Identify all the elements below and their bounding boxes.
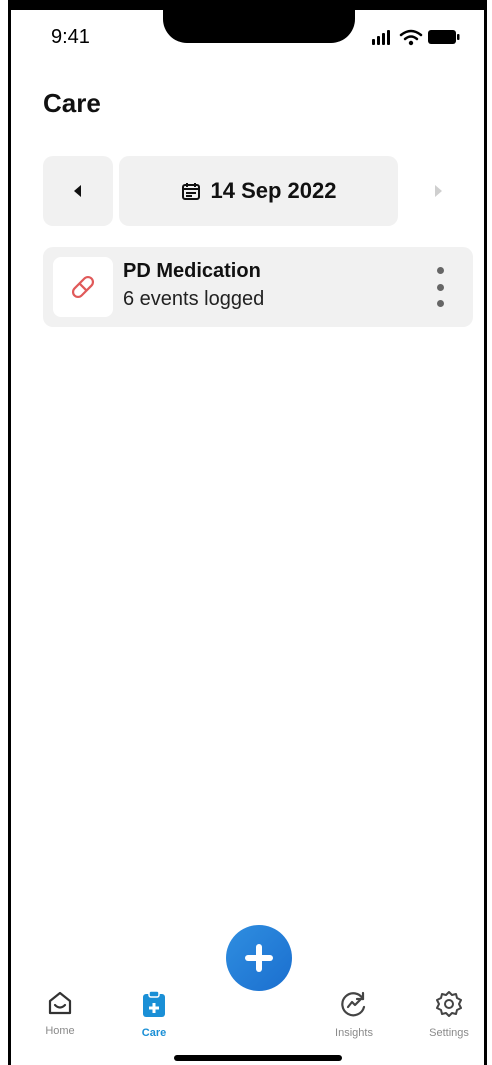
status-time: 9:41 (51, 26, 90, 48)
settings-gear-icon (436, 991, 462, 1017)
next-day-button[interactable] (408, 156, 468, 226)
signal-icon (372, 30, 390, 45)
tab-care[interactable]: Care (114, 990, 194, 1039)
previous-day-button[interactable] (43, 156, 113, 226)
care-clipboard-icon (143, 990, 165, 1017)
add-button[interactable] (226, 925, 292, 991)
chevron-left-icon (74, 185, 81, 197)
tab-insights-label: Insights (335, 1027, 373, 1039)
page-title: Care (43, 88, 101, 118)
tab-insights[interactable]: Insights (314, 990, 394, 1039)
notch (163, 0, 355, 43)
tab-settings[interactable]: Settings (409, 990, 489, 1039)
selected-date: 14 Sep 2022 (210, 178, 337, 203)
card-title: PD Medication (123, 260, 261, 282)
plus-icon (245, 944, 273, 972)
insights-icon (341, 991, 366, 1017)
signal-wifi-battery-icons (372, 29, 460, 46)
chevron-right-icon (435, 185, 442, 197)
home-indicator (174, 1055, 342, 1061)
device-frame-left (8, 0, 11, 1065)
battery-icon (428, 30, 460, 44)
device-frame-right (484, 0, 487, 1065)
tab-settings-label: Settings (429, 1027, 469, 1039)
card-subtitle: 6 events logged (123, 288, 265, 310)
tab-home-label: Home (45, 1025, 75, 1037)
tab-care-label: Care (141, 1027, 167, 1039)
medication-log-card[interactable]: PD Medication 6 events logged (43, 247, 473, 327)
calendar-icon (181, 183, 200, 200)
home-icon (48, 991, 72, 1015)
phone-screen: 9:41 Care 14 Sep 2022 PD Medication 6 ev… (0, 0, 492, 1065)
status-icons (370, 27, 465, 47)
tab-home[interactable]: Home (20, 990, 100, 1037)
tab-bar: Home Care Insights Settings (11, 990, 484, 1039)
more-options-icon[interactable] (429, 267, 451, 307)
card-icon-tile (53, 257, 113, 317)
date-picker-button[interactable]: 14 Sep 2022 (119, 156, 398, 226)
pill-icon (71, 275, 95, 299)
wifi-icon (399, 29, 423, 41)
